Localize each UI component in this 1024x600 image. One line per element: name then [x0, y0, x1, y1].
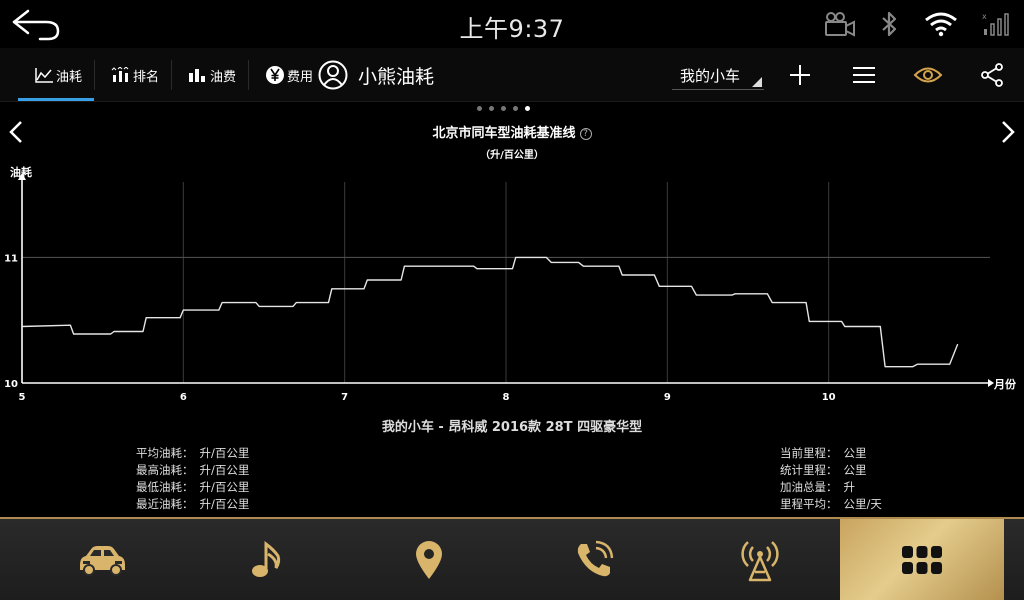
dock-radio-button[interactable]: [680, 519, 840, 600]
stat-row: 统计里程： 公里: [780, 462, 882, 479]
dock-music-button[interactable]: [204, 519, 330, 600]
tab-ranking-label: 排名: [133, 69, 160, 85]
status-bar: 上午9:37 x: [0, 0, 1024, 48]
dock-navigation-button[interactable]: [340, 519, 518, 600]
eye-icon[interactable]: [913, 62, 943, 88]
x-tick-label: 10: [822, 392, 836, 403]
bar-chart-icon: [189, 69, 205, 82]
pager-dot[interactable]: [489, 106, 494, 111]
pager-dot[interactable]: [501, 106, 506, 111]
y-tick-label: 11: [4, 253, 18, 264]
stats-right: 当前里程： 公里 统计里程： 公里 加油总量： 升 里程平均： 公里/天: [780, 445, 882, 513]
tab-divider: [248, 60, 249, 90]
ranking-icon: [111, 67, 129, 82]
camera-icon: [825, 12, 855, 37]
tab-expenses[interactable]: 费用: [265, 48, 313, 102]
chart-series: [21, 256, 959, 368]
x-tick-label: 6: [180, 392, 187, 403]
stat-value: 升: [843, 480, 856, 494]
x-axis-label: 月份: [993, 377, 1017, 391]
stat-row: 加油总量： 升: [780, 479, 882, 496]
share-icon[interactable]: [980, 62, 1004, 88]
stat-row: 最高油耗： 升/百公里: [136, 462, 249, 479]
line-chart-icon: [35, 68, 53, 83]
radio-antenna-icon: [741, 540, 779, 581]
tab-divider: [94, 60, 95, 90]
stat-label: 统计里程：: [780, 463, 838, 477]
x-tick-label: 7: [341, 392, 348, 403]
car-model-title: 我的小车 - 昂科威 2016款 28T 四驱豪华型: [381, 420, 643, 435]
fuel-consumption-chart: 油耗 月份 5 6 7 8 9 101011: [4, 165, 1017, 403]
stat-row: 平均油耗： 升/百公里: [136, 445, 249, 462]
help-icon[interactable]: ?: [579, 128, 592, 140]
location-pin-icon: [416, 540, 442, 579]
series-line: [21, 256, 959, 368]
stat-value: 升/百公里: [199, 480, 250, 494]
header-bar: 油耗 排名 油费 费用 小熊油耗 我的小车: [0, 48, 1024, 102]
yen-icon: [266, 66, 284, 84]
y-tick-label: 10: [4, 379, 18, 390]
stat-value: 公里/天: [843, 497, 882, 511]
dock-car-button[interactable]: [0, 519, 204, 600]
user-name: 小熊油耗: [358, 66, 435, 88]
car-icon: [80, 545, 125, 576]
stat-row: 最低油耗： 升/百公里: [136, 479, 249, 496]
car-select-value: 我的小车: [680, 67, 741, 85]
pager-dot-active[interactable]: [525, 106, 530, 111]
stat-label: 最低油耗：: [136, 480, 194, 494]
svg-text:x: x: [982, 12, 987, 21]
stat-value: 升/百公里: [199, 446, 250, 460]
x-tick-label: 5: [19, 392, 26, 403]
dropdown-triangle-icon: [752, 77, 762, 87]
tab-ranking[interactable]: 排名: [111, 48, 159, 102]
pager-dot[interactable]: [477, 106, 482, 111]
wifi-icon: [925, 12, 957, 37]
stat-label: 加油总量：: [780, 480, 838, 494]
tab-expenses-label: 费用: [287, 69, 314, 85]
stat-label: 最近油耗：: [136, 497, 194, 511]
tab-fuel-cost-label: 油费: [210, 69, 237, 85]
chart-grid: [22, 182, 990, 383]
stat-label: 当前里程：: [780, 446, 838, 460]
x-tick-label: 8: [503, 392, 510, 403]
bluetooth-icon: [882, 11, 897, 37]
tab-fuel[interactable]: 油耗: [34, 48, 82, 102]
active-tab-indicator: [18, 98, 94, 101]
bottom-dock: [0, 517, 1024, 600]
chart-title: 北京市同车型油耗基准线?: [0, 122, 1024, 141]
add-icon[interactable]: [788, 62, 812, 88]
stat-value: 公里: [843, 446, 867, 460]
tab-fuel-cost[interactable]: 油费: [188, 48, 236, 102]
tab-divider: [171, 60, 172, 90]
stat-label: 最高油耗：: [136, 463, 194, 477]
stat-label: 平均油耗：: [136, 446, 194, 460]
stat-row: 最近油耗： 升/百公里: [136, 496, 249, 513]
car-select[interactable]: 我的小车: [672, 62, 764, 90]
stat-value: 升/百公里: [199, 497, 250, 511]
dock-apps-button[interactable]: [840, 519, 1004, 600]
stat-value: 升/百公里: [199, 463, 250, 477]
user-avatar-icon[interactable]: [318, 60, 348, 90]
chart-title-text: 北京市同车型油耗基准线: [432, 126, 576, 141]
stats-left: 平均油耗： 升/百公里 最高油耗： 升/百公里 最低油耗： 升/百公里 最近油耗： 升/…: [136, 445, 249, 513]
signal-icon: x: [982, 12, 1009, 36]
pager-dots: [477, 106, 530, 111]
chart-unit: （升/百公里）: [480, 150, 544, 161]
pager-dot[interactable]: [513, 106, 518, 111]
tab-fuel-label: 油耗: [56, 69, 83, 85]
stat-label: 里程平均：: [780, 497, 838, 511]
apps-grid-icon: [902, 545, 942, 574]
x-tick-label: 9: [664, 392, 671, 403]
dock-phone-button[interactable]: [518, 519, 670, 600]
stat-row: 里程平均： 公里/天: [780, 496, 882, 513]
menu-icon[interactable]: [852, 62, 876, 88]
status-icons: x: [824, 10, 1010, 38]
phone-icon: [577, 540, 614, 576]
stat-row: 当前里程： 公里: [780, 445, 882, 462]
stat-value: 公里: [843, 463, 867, 477]
music-note-icon: [252, 540, 281, 577]
chart-ticks: 5 6 7 8 9 10 10 11: [4, 253, 836, 403]
